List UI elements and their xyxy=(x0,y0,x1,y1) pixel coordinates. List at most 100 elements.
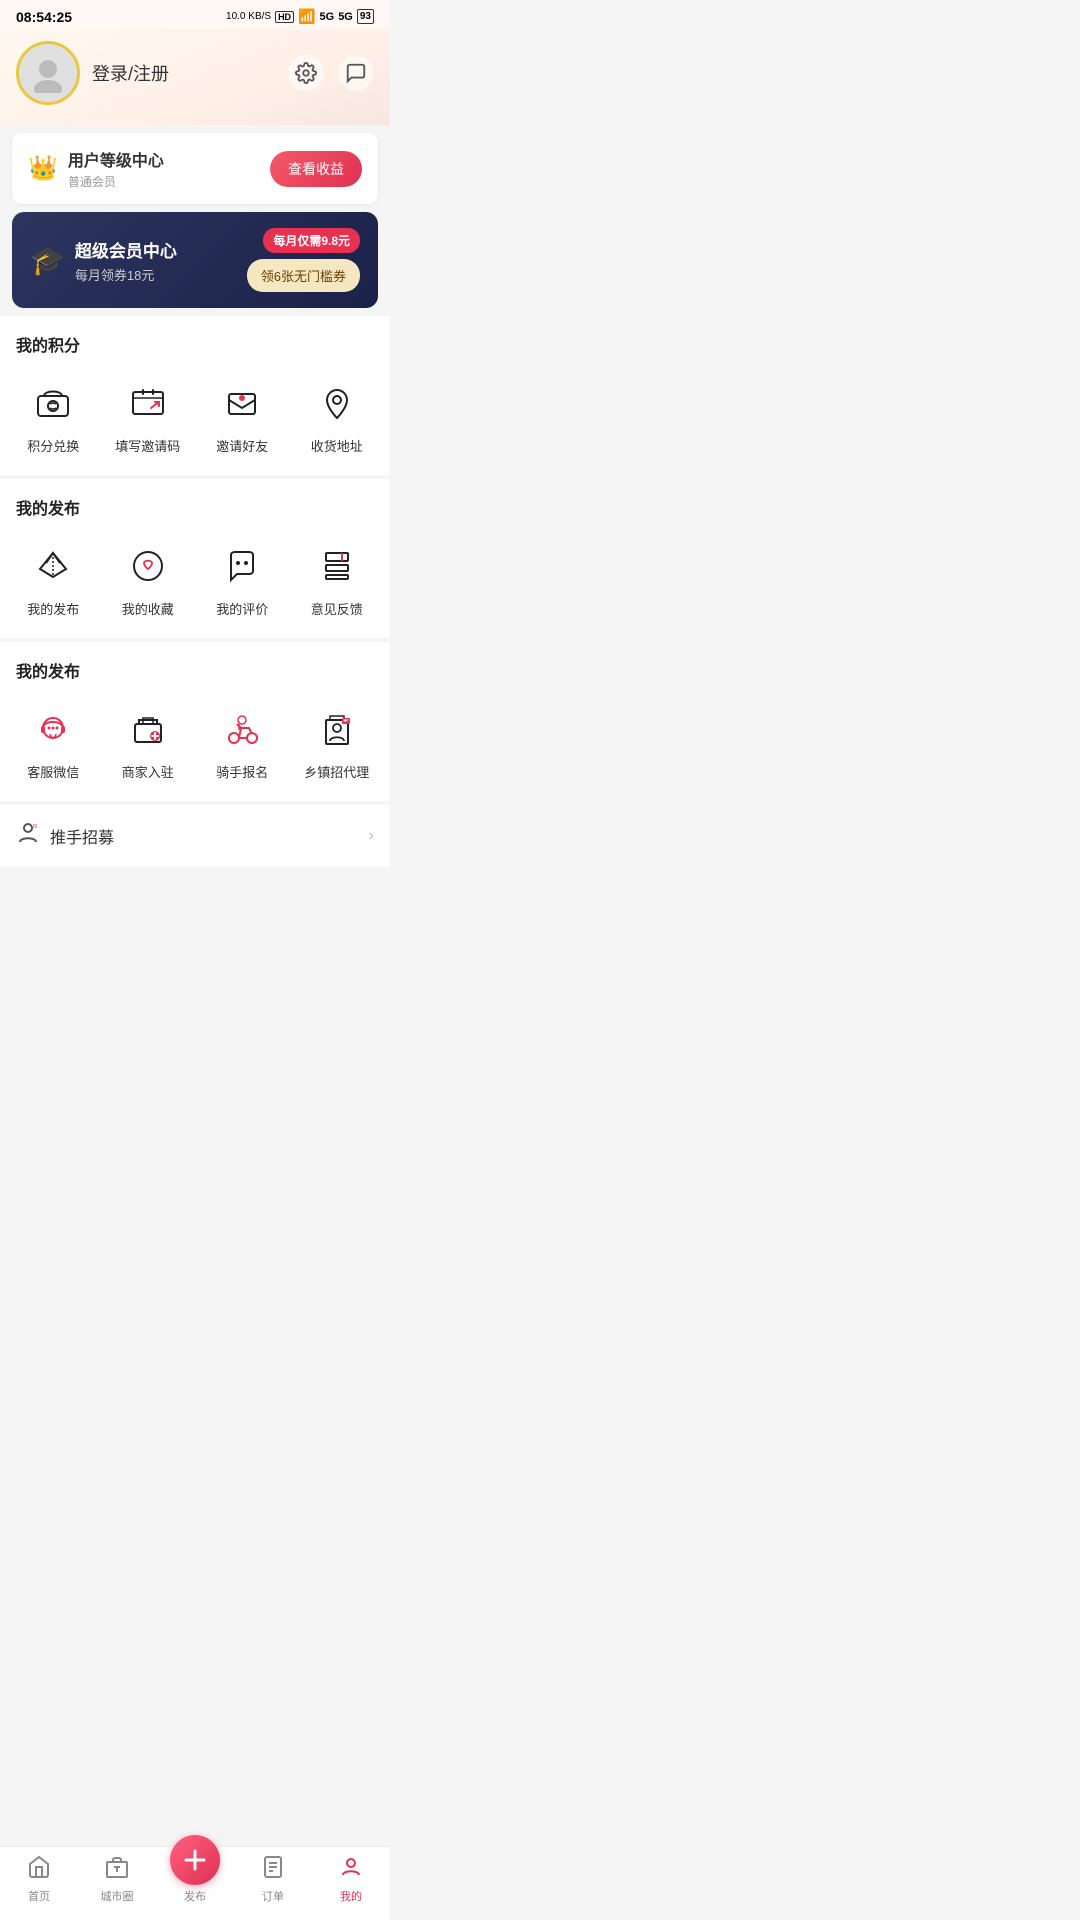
recruit-section[interactable]: 推手招募 › xyxy=(0,805,390,867)
town-agent-label: 乡镇招代理 xyxy=(304,762,369,781)
invite-code-label: 填写邀请码 xyxy=(115,436,180,455)
battery-icon: 93 xyxy=(357,9,374,24)
points-grid: 积分兑换 填写邀请码 xyxy=(8,368,382,467)
message-button[interactable] xyxy=(338,55,374,91)
level-title: 用户等级中心 xyxy=(68,147,164,171)
signal1: 5G xyxy=(320,11,335,23)
nav-orders-label: 订单 xyxy=(262,1888,284,1904)
my-publish-icon xyxy=(26,539,80,593)
customer-wechat-icon xyxy=(26,702,80,756)
level-subtitle: 普通会员 xyxy=(68,173,164,190)
invite-friends-label: 邀请好友 xyxy=(216,436,268,455)
rider-signup-item[interactable]: 骑手报名 xyxy=(197,694,288,793)
customer-wechat-item[interactable]: 客服微信 xyxy=(8,694,99,793)
merchant-join-icon xyxy=(121,702,175,756)
points-exchange-icon xyxy=(26,376,80,430)
publish-section-title: 我的发布 xyxy=(8,495,382,531)
rider-signup-icon xyxy=(215,702,269,756)
recruit-chevron: › xyxy=(369,827,374,845)
nav-orders[interactable]: 订单 xyxy=(234,1855,312,1904)
address-icon xyxy=(310,376,364,430)
sm-info: 🎓 超级会员中心 每月领券18元 xyxy=(30,237,177,284)
recruit-left: 推手招募 xyxy=(16,821,114,851)
sm-actions: 每月仅需9.8元 领6张无门槛券 xyxy=(247,228,360,292)
customer-wechat-label: 客服微信 xyxy=(27,762,79,781)
level-info: 👑 用户等级中心 普通会员 xyxy=(28,147,164,190)
invite-code-icon xyxy=(121,376,175,430)
signal2: 5G xyxy=(338,11,353,23)
my-favorites-icon xyxy=(121,539,175,593)
city-icon xyxy=(105,1855,129,1885)
address-item[interactable]: 收货地址 xyxy=(292,368,383,467)
my-publish-label: 我的发布 xyxy=(27,599,79,618)
nav-home[interactable]: 首页 xyxy=(0,1855,78,1904)
invite-code-item[interactable]: 填写邀请码 xyxy=(103,368,194,467)
points-exchange-item[interactable]: 积分兑换 xyxy=(8,368,99,467)
hd-badge: HD xyxy=(275,11,294,23)
points-exchange-label: 积分兑换 xyxy=(27,436,79,455)
address-label: 收货地址 xyxy=(311,436,363,455)
publish-button[interactable] xyxy=(170,1835,220,1885)
settings-icon xyxy=(295,62,317,84)
services-grid: 客服微信 商家入驻 xyxy=(8,694,382,793)
nav-profile[interactable]: 我的 xyxy=(312,1855,390,1904)
graduation-icon: 🎓 xyxy=(30,244,65,277)
crown-icon: 👑 xyxy=(28,154,58,183)
my-reviews-icon xyxy=(215,539,269,593)
nav-publish[interactable]: 发布 xyxy=(156,1855,234,1904)
avatar-icon xyxy=(28,53,68,93)
settings-button[interactable] xyxy=(288,55,324,91)
level-text: 用户等级中心 普通会员 xyxy=(68,147,164,190)
level-card: 👑 用户等级中心 普通会员 查看收益 xyxy=(12,133,378,204)
my-favorites-item[interactable]: 我的收藏 xyxy=(103,531,194,630)
nav-publish-label: 发布 xyxy=(184,1888,206,1904)
super-member-card: 🎓 超级会员中心 每月领券18元 每月仅需9.8元 领6张无门槛券 xyxy=(12,212,378,308)
status-bar: 08:54:25 10.0 KB/S HD 📶 5G 5G 93 xyxy=(0,0,390,29)
town-agent-item[interactable]: 乡镇招代理 xyxy=(292,694,383,793)
profile-actions xyxy=(288,55,374,91)
status-time: 08:54:25 xyxy=(16,9,72,25)
feedback-icon xyxy=(310,539,364,593)
profile-header: 登录/注册 xyxy=(0,29,390,125)
sm-coupon-button[interactable]: 领6张无门槛券 xyxy=(247,259,360,292)
earn-button[interactable]: 查看收益 xyxy=(270,151,362,187)
network-speed: 10.0 KB/S xyxy=(226,11,271,22)
wifi-icon: 📶 xyxy=(298,8,315,25)
profile-left: 登录/注册 xyxy=(16,41,169,105)
my-reviews-item[interactable]: 我的评价 xyxy=(197,531,288,630)
orders-icon xyxy=(261,1855,285,1885)
my-services-section: 我的发布 xyxy=(0,642,390,801)
my-points-section: 我的积分 积分兑换 xyxy=(0,316,390,475)
home-icon xyxy=(27,1855,51,1885)
rider-signup-label: 骑手报名 xyxy=(216,762,268,781)
invite-friends-icon xyxy=(215,376,269,430)
nav-city[interactable]: 城市圈 xyxy=(78,1855,156,1904)
message-icon xyxy=(345,62,367,84)
my-publish-section: 我的发布 我的发布 xyxy=(0,479,390,638)
points-section-title: 我的积分 xyxy=(8,332,382,368)
my-favorites-label: 我的收藏 xyxy=(122,599,174,618)
nav-profile-label: 我的 xyxy=(340,1888,362,1904)
services-section-title: 我的发布 xyxy=(8,658,382,694)
nav-home-label: 首页 xyxy=(28,1888,50,1904)
town-agent-icon xyxy=(310,702,364,756)
recruit-person-icon xyxy=(16,821,40,851)
invite-friends-item[interactable]: 邀请好友 xyxy=(197,368,288,467)
sm-price-badge: 每月仅需9.8元 xyxy=(263,228,360,253)
sm-subtitle: 每月领券18元 xyxy=(75,265,177,284)
feedback-item[interactable]: 意见反馈 xyxy=(292,531,383,630)
login-text[interactable]: 登录/注册 xyxy=(92,60,169,86)
my-reviews-label: 我的评价 xyxy=(216,599,268,618)
merchant-join-label: 商家入驻 xyxy=(122,762,174,781)
sm-text: 超级会员中心 每月领券18元 xyxy=(75,237,177,284)
feedback-label: 意见反馈 xyxy=(311,599,363,618)
recruit-label: 推手招募 xyxy=(50,824,114,848)
merchant-join-item[interactable]: 商家入驻 xyxy=(103,694,194,793)
status-icons: 10.0 KB/S HD 📶 5G 5G 93 xyxy=(226,8,374,25)
profile-nav-icon xyxy=(339,1855,363,1885)
nav-city-label: 城市圈 xyxy=(101,1888,134,1904)
avatar[interactable] xyxy=(16,41,80,105)
sm-title: 超级会员中心 xyxy=(75,237,177,262)
my-publish-item[interactable]: 我的发布 xyxy=(8,531,99,630)
publish-grid: 我的发布 我的收藏 xyxy=(8,531,382,630)
